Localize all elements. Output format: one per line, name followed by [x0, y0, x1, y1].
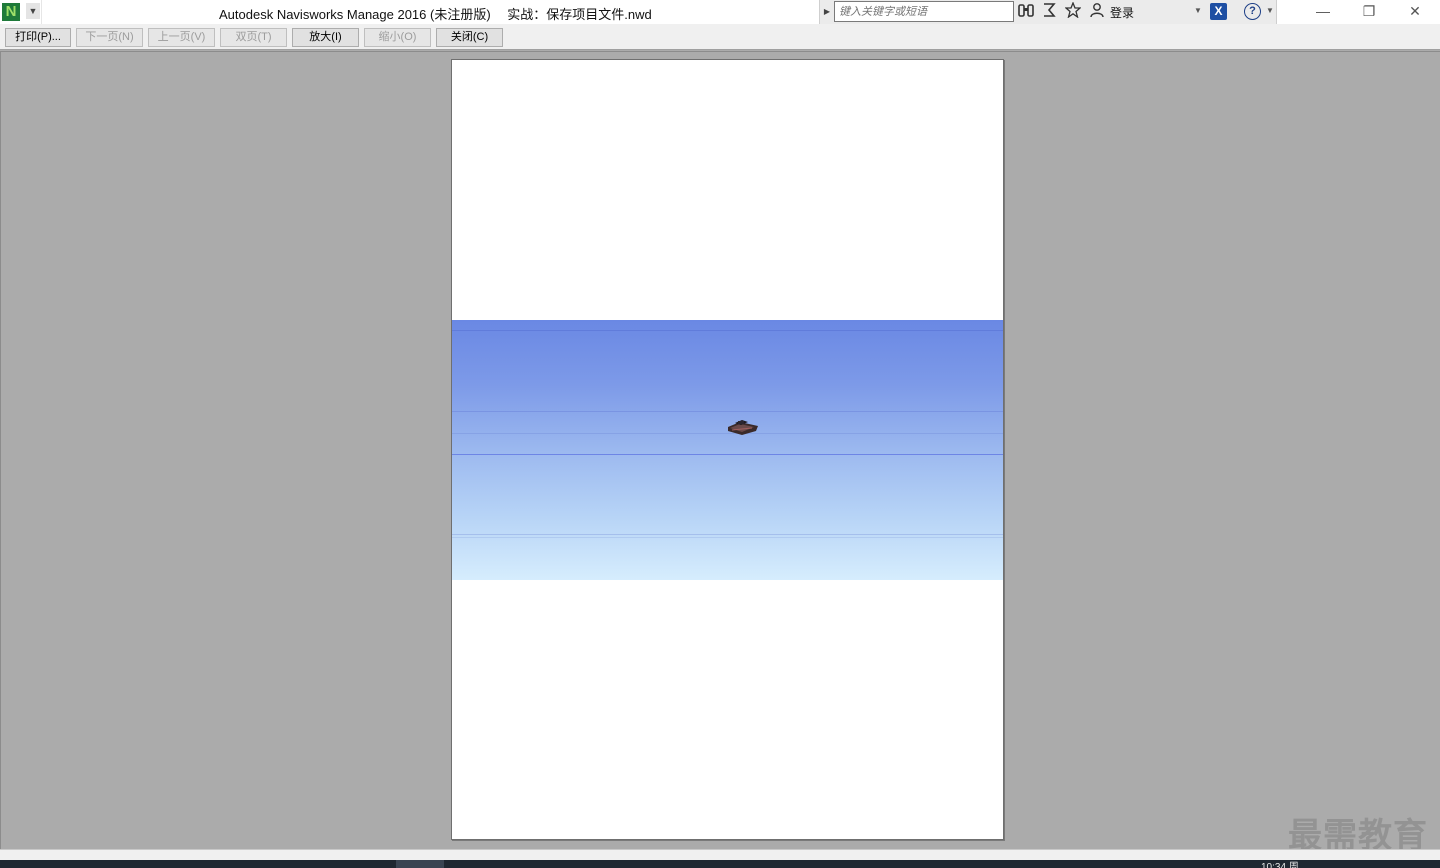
- close-icon[interactable]: ✕: [1392, 0, 1438, 24]
- two-page-button[interactable]: 双页(T): [220, 28, 287, 47]
- os-taskbar: 10:34 周: [0, 860, 1440, 868]
- binoculars-icon[interactable]: [1016, 2, 1036, 22]
- restore-icon[interactable]: ❐: [1346, 0, 1392, 24]
- favorites-star-icon[interactable]: [1063, 1, 1083, 22]
- application-menu[interactable]: N ▼: [0, 0, 42, 24]
- window-title: Autodesk Navisworks Manage 2016 (未注册版) 实…: [219, 7, 652, 22]
- prev-page-button[interactable]: 上一页(V): [148, 28, 215, 47]
- infocenter-search-input[interactable]: [834, 1, 1014, 22]
- taskbar-active-app[interactable]: [396, 860, 444, 868]
- next-page-button[interactable]: 下一页(N): [76, 28, 143, 47]
- login-link[interactable]: 登录: [1110, 4, 1134, 21]
- print-button[interactable]: 打印(P)...: [5, 28, 71, 47]
- status-bar: [0, 849, 1440, 860]
- building-model-icon: [728, 420, 758, 435]
- exchange-icon[interactable]: X: [1210, 3, 1227, 20]
- rendered-viewpoint: [452, 320, 1003, 580]
- navisworks-logo-icon[interactable]: N: [2, 3, 20, 21]
- quick-access-dropdown-icon[interactable]: ▼: [26, 3, 40, 19]
- infocenter-expand-icon[interactable]: ▶: [822, 4, 832, 20]
- zoom-out-button[interactable]: 缩小(O): [364, 28, 431, 47]
- title-bar: N ▼ Autodesk Navisworks Manage 2016 (未注册…: [0, 0, 1440, 24]
- login-dropdown-icon[interactable]: ▼: [1194, 6, 1202, 15]
- minimize-icon[interactable]: —: [1300, 0, 1346, 24]
- preview-page: [451, 59, 1004, 840]
- infocenter-bar: ▶ 登录 ▼ X ? ▼: [819, 0, 1277, 24]
- taskbar-clock: 10:34 周: [1261, 862, 1299, 868]
- zoom-in-button[interactable]: 放大(I): [292, 28, 359, 47]
- print-preview-area[interactable]: [0, 51, 1440, 849]
- print-preview-toolbar: 打印(P)... 下一页(N) 上一页(V) 双页(T) 放大(I) 缩小(O)…: [0, 24, 1440, 50]
- subscription-icon[interactable]: [1039, 2, 1059, 22]
- close-button[interactable]: 关闭(C): [436, 28, 503, 47]
- help-icon[interactable]: ?: [1244, 3, 1261, 20]
- user-icon[interactable]: [1087, 2, 1107, 22]
- help-dropdown-icon[interactable]: ▼: [1266, 6, 1274, 15]
